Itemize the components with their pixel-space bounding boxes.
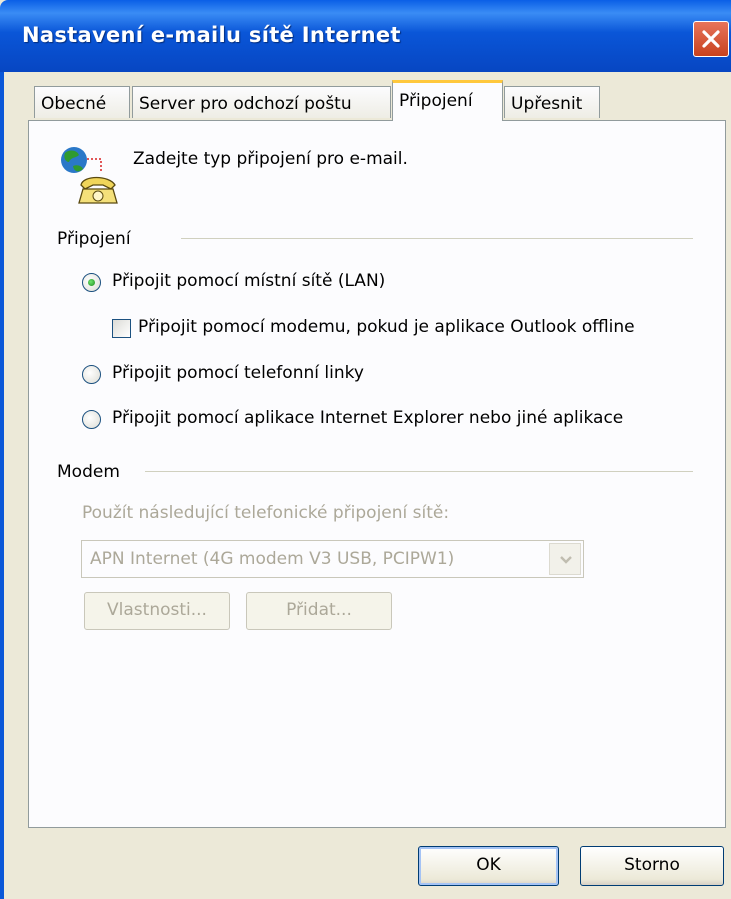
radio-selected-dot <box>88 279 95 286</box>
ok-button[interactable]: OK <box>418 846 559 886</box>
tab-connection[interactable]: Připojení <box>392 80 503 121</box>
tab-general[interactable]: Obecné <box>34 86 130 118</box>
connection-group-label: Připojení <box>57 229 131 249</box>
tab-label: Server pro odchozí poštu <box>139 94 352 114</box>
globe-phone-icon <box>57 145 127 212</box>
cancel-button-label: Storno <box>624 855 680 875</box>
close-button[interactable] <box>693 21 729 57</box>
title-bar[interactable]: Nastavení e-mailu sítě Internet <box>0 0 731 72</box>
tab-label: Připojení <box>399 91 473 111</box>
add-button[interactable]: Přidat... <box>246 592 392 630</box>
add-button-label: Přidat... <box>286 600 352 620</box>
modem-offline-checkbox[interactable] <box>112 319 131 338</box>
dialup-connection-select[interactable]: APN Internet (4G modem V3 USB, PCIPW1) <box>81 540 584 578</box>
modem-group-label: Modem <box>57 462 120 482</box>
tab-outgoing-server[interactable]: Server pro odchozí poštu <box>132 86 391 118</box>
properties-button[interactable]: Vlastnosti... <box>84 592 230 630</box>
window-frame <box>0 72 4 899</box>
intro-text: Zadejte typ připojení pro e-mail. <box>133 149 408 169</box>
radio-internet-explorer[interactable] <box>82 410 101 429</box>
chevron-down-icon <box>560 556 572 564</box>
dialup-connection-value: APN Internet (4G modem V3 USB, PCIPW1) <box>90 549 455 569</box>
group-divider <box>181 238 693 239</box>
dialup-label: Použít následující telefonické připojení… <box>82 503 450 523</box>
tab-label: Obecné <box>41 94 107 114</box>
group-divider <box>145 471 693 472</box>
tab-label: Upřesnit <box>511 94 583 114</box>
radio-lan-label[interactable]: Připojit pomocí místní sítě (LAN) <box>112 271 385 291</box>
radio-internet-explorer-label[interactable]: Připojit pomocí aplikace Internet Explor… <box>112 408 623 428</box>
ok-button-label: OK <box>476 855 501 875</box>
cancel-button[interactable]: Storno <box>580 846 724 886</box>
properties-button-label: Vlastnosti... <box>107 600 207 620</box>
close-icon <box>702 30 720 48</box>
radio-phone-line-label[interactable]: Připojit pomocí telefonní linky <box>112 363 364 383</box>
window-title: Nastavení e-mailu sítě Internet <box>22 23 401 47</box>
modem-offline-label[interactable]: Připojit pomocí modemu, pokud je aplikac… <box>138 317 635 337</box>
dropdown-button[interactable] <box>549 543 581 575</box>
radio-phone-line[interactable] <box>82 365 101 384</box>
tab-advanced[interactable]: Upřesnit <box>504 86 600 118</box>
radio-lan[interactable] <box>82 273 101 292</box>
tab-panel: Zadejte typ připojení pro e-mail. Připoj… <box>28 120 726 828</box>
